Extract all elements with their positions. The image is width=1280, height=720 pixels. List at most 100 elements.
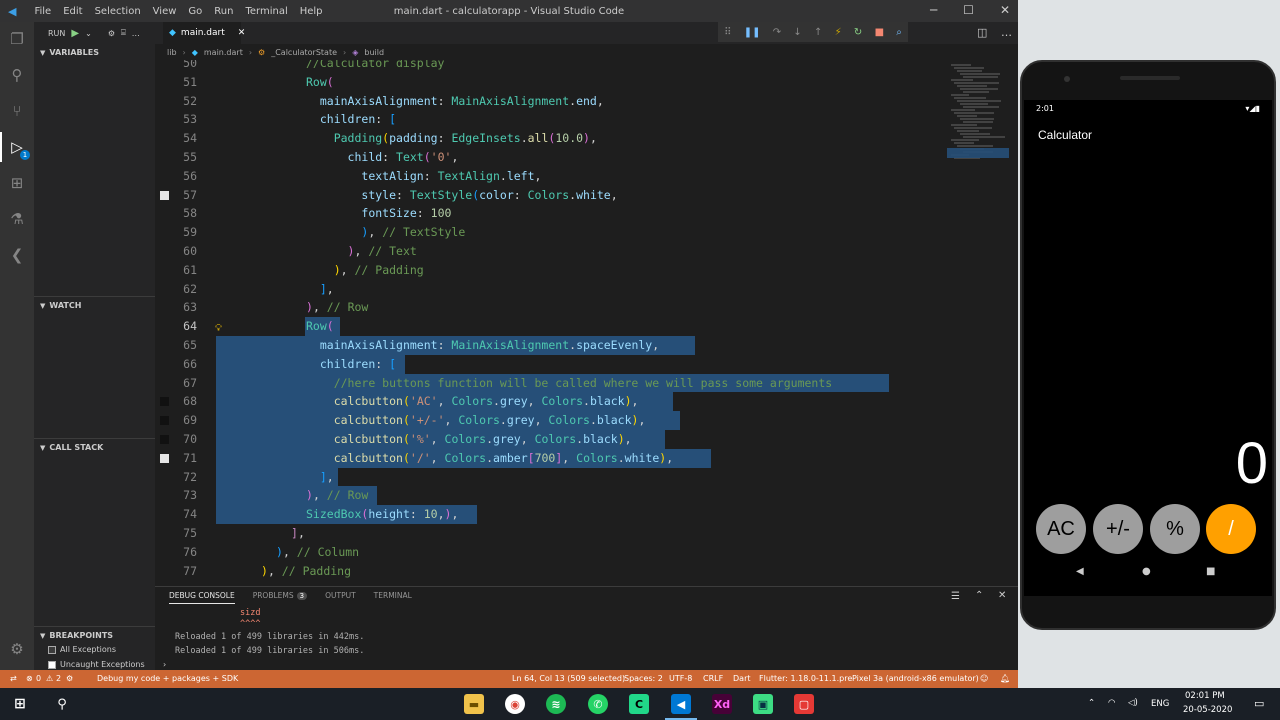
code-line[interactable]: 💡︎ 64 Row( (155, 317, 945, 336)
drag-handle-icon[interactable]: ⠿ (724, 27, 731, 38)
android-studio-icon[interactable]: ▣ (753, 694, 773, 714)
all-exceptions-checkbox[interactable]: All Exceptions (48, 645, 116, 654)
debug-mode[interactable]: Debug my code + packages + SDK (97, 674, 238, 683)
plus-minus-button[interactable]: +/- (1093, 504, 1143, 554)
code-line[interactable]: 73), // Row (155, 486, 945, 506)
flutter-icon[interactable]: ❮ (8, 246, 26, 264)
code-line[interactable]: 72 ], (155, 467, 945, 487)
code-line[interactable]: 67 //here buttons function will be calle… (155, 373, 945, 393)
breadcrumb-class[interactable]: _CalculatorState (271, 48, 337, 57)
code-line[interactable]: 63), // Row (155, 298, 945, 317)
settings-gear-icon[interactable]: ⚙ (8, 640, 26, 658)
maximize-panel-icon[interactable]: ⌃ (975, 590, 983, 601)
code-line[interactable]: 60 ), // Text (155, 242, 945, 261)
home-icon[interactable]: ● (1142, 566, 1151, 577)
back-icon[interactable]: ◀ (1076, 566, 1084, 577)
recents-icon[interactable]: ■ (1206, 566, 1215, 577)
code-line[interactable]: 61 ), // Padding (155, 261, 945, 280)
code-line[interactable]: 56 textAlign: TextAlign.left, (155, 167, 945, 186)
code-line[interactable]: 70 calcbutton('%', Colors.grey, Colors.b… (155, 430, 945, 449)
clock-time[interactable]: 02:01 PM (1185, 691, 1225, 701)
device-selector[interactable]: Pixel 3a (android-x86 emulator) (852, 674, 979, 683)
step-into-icon[interactable]: ↓ (793, 27, 801, 38)
code-line[interactable]: 53 children: [ (155, 110, 945, 129)
code-line[interactable]: 75], (155, 524, 945, 543)
spotify-icon[interactable]: ≋ (546, 694, 566, 714)
breadcrumb-file[interactable]: main.dart (204, 48, 243, 57)
menu-help[interactable]: Help (300, 6, 323, 17)
stop-icon[interactable]: ■ (875, 27, 884, 38)
tray-expand-icon[interactable]: ⌃ (1088, 698, 1095, 708)
breadcrumb-method[interactable]: build (364, 48, 384, 57)
minimap[interactable] (945, 60, 1018, 584)
code-line[interactable]: 76), // Column (155, 543, 945, 562)
maximize-icon[interactable]: ☐ (963, 3, 974, 17)
breakpoints-section[interactable]: ▼ BREAKPOINTS (34, 626, 155, 644)
menu-edit[interactable]: Edit (63, 6, 82, 17)
checkbox-unchecked[interactable] (48, 645, 56, 654)
code-line[interactable]: 55 child: Text('0', (155, 148, 945, 167)
inspector-icon[interactable]: ⌕ (896, 27, 902, 38)
file-explorer-icon[interactable]: ▬ (464, 694, 484, 714)
code-line[interactable]: 50 //Calculator display (155, 60, 945, 73)
close-tab-icon[interactable]: ✕ (238, 28, 246, 38)
console-prompt-icon[interactable]: › (163, 660, 166, 669)
code-line[interactable]: 58 fontSize: 100 (155, 204, 945, 223)
watch-section[interactable]: ▼ WATCH (34, 296, 155, 314)
settings-icon[interactable]: ⚙ (108, 29, 115, 38)
language-mode[interactable]: Dart (733, 674, 751, 683)
minimize-icon[interactable]: ─ (930, 3, 937, 17)
code-line[interactable]: 71 calcbutton('/', Colors.amber[700], Co… (155, 448, 945, 468)
more-actions-icon[interactable]: … (1001, 26, 1012, 39)
tab-output[interactable]: OUTPUT (325, 591, 356, 604)
menu-go[interactable]: Go (188, 6, 202, 17)
menu-file[interactable]: File (34, 6, 51, 17)
start-debug-icon[interactable]: ▶ (71, 28, 79, 39)
breadcrumb-lib[interactable]: lib (167, 48, 177, 57)
uncaught-exceptions-checkbox[interactable]: Uncaught Exceptions (48, 660, 145, 669)
camtasia-icon[interactable]: C (629, 694, 649, 714)
volume-icon[interactable]: ◁) (1128, 698, 1138, 708)
warning-count[interactable]: 2 (56, 674, 61, 683)
clock-date[interactable]: 20-05-2020 (1183, 705, 1232, 715)
feedback-icon[interactable]: ☺ (980, 674, 988, 683)
step-over-icon[interactable]: ↷ (773, 27, 781, 38)
code-line[interactable]: 74 SizedBox(height: 10,), (155, 505, 945, 524)
vscode-icon[interactable]: ◀ (665, 694, 697, 720)
flutter-version[interactable]: Flutter: 1.18.0-11.1.pre (759, 674, 852, 683)
code-line[interactable]: 77), // Padding (155, 562, 945, 581)
variables-section[interactable]: ▼ VARIABLES (34, 44, 155, 62)
clear-console-icon[interactable]: ☰ (951, 591, 960, 602)
checkbox-checked[interactable] (48, 660, 56, 669)
step-out-icon[interactable]: ↑ (814, 27, 822, 38)
code-line[interactable]: 69 calcbutton('+/-', Colors.grey, Colors… (155, 411, 945, 430)
indentation[interactable]: Spaces: 2 (624, 674, 663, 683)
explorer-icon[interactable]: ❐ (8, 30, 26, 48)
error-count[interactable]: 0 (36, 674, 41, 683)
code-line[interactable]: 52 mainAxisAlignment: MainAxisAlignment.… (155, 92, 945, 111)
code-line[interactable]: 66 children: [ (155, 354, 945, 374)
code-line[interactable]: 54 Padding(padding: EdgeInsets.all(10.0)… (155, 129, 945, 148)
line-ending[interactable]: CRLF (703, 674, 723, 683)
run-debug-icon[interactable]: ▷ 1 (0, 132, 30, 162)
remote-icon[interactable]: ⇄ (10, 674, 17, 683)
testing-icon[interactable]: ⚗ (8, 210, 26, 228)
adobe-xd-icon[interactable]: Xd (712, 694, 732, 714)
menu-selection[interactable]: Selection (95, 6, 141, 17)
close-panel-icon[interactable]: ✕ (998, 590, 1006, 601)
debug-console-icon[interactable]: ⌸ (121, 28, 126, 38)
chrome-icon[interactable]: ◉ (505, 694, 525, 714)
menu-terminal[interactable]: Terminal (245, 6, 287, 17)
code-editor[interactable]: 50 //Calculator display 51 Row(52 mainAxisA… (155, 60, 945, 584)
close-icon[interactable]: ✕ (1000, 3, 1010, 17)
windows-start-icon[interactable]: ⊞ (10, 694, 30, 714)
menu-run[interactable]: Run (214, 6, 233, 17)
code-line[interactable]: 57 style: TextStyle(color: Colors.white, (155, 186, 945, 205)
source-control-icon[interactable]: ⑂ (8, 102, 26, 120)
code-line[interactable]: 51 Row( (155, 73, 945, 92)
menu-view[interactable]: View (153, 6, 177, 17)
wifi-icon[interactable]: ◠ (1108, 698, 1115, 708)
whatsapp-icon[interactable]: ✆ (588, 694, 608, 714)
tab-main-dart[interactable]: ◆ main.dart ✕ (163, 22, 245, 44)
input-language[interactable]: ENG (1151, 699, 1169, 709)
